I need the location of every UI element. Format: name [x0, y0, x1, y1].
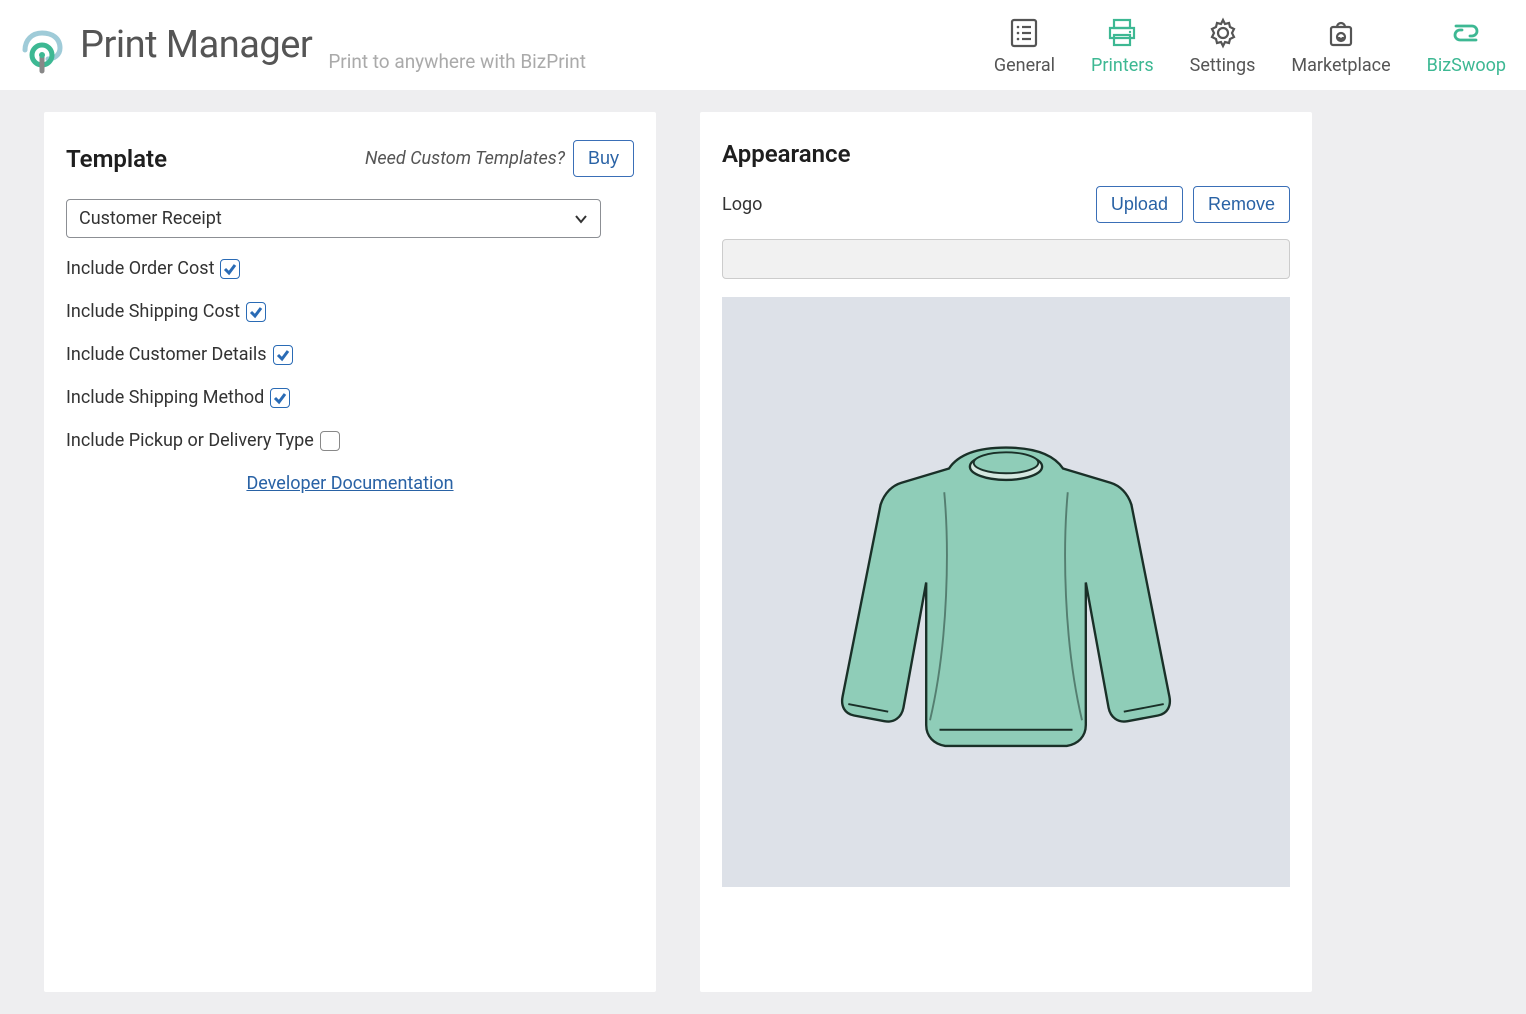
check-icon	[273, 391, 287, 405]
brand-title: Print Manager	[80, 23, 312, 67]
custom-template-help: Need Custom Templates?	[365, 148, 565, 169]
include-shipping-cost-row: Include Shipping Cost	[66, 301, 634, 322]
include-customer-details-checkbox[interactable]	[273, 345, 293, 365]
nav-marketplace-label: Marketplace	[1291, 55, 1390, 76]
include-order-cost-checkbox[interactable]	[220, 259, 240, 279]
printer-icon	[1104, 15, 1140, 51]
template-select-value: Customer Receipt	[79, 208, 222, 229]
include-shipping-method-label: Include Shipping Method	[66, 387, 264, 408]
include-order-cost-label: Include Order Cost	[66, 258, 214, 279]
logo-actions: Upload Remove	[1096, 186, 1290, 223]
include-customer-details-row: Include Customer Details	[66, 344, 634, 365]
nav-settings-label: Settings	[1190, 55, 1256, 76]
template-header-row: Template Need Custom Templates? Buy	[66, 140, 634, 177]
include-shipping-method-row: Include Shipping Method	[66, 387, 634, 408]
include-shipping-cost-label: Include Shipping Cost	[66, 301, 240, 322]
shirt-illustration	[816, 402, 1196, 782]
main-area: Template Need Custom Templates? Buy Cust…	[0, 90, 1526, 1014]
include-shipping-method-checkbox[interactable]	[270, 388, 290, 408]
check-icon	[249, 305, 263, 319]
brand-tagline: Print to anywhere with BizPrint	[328, 50, 586, 73]
include-pickup-delivery-row: Include Pickup or Delivery Type	[66, 430, 634, 451]
buy-button[interactable]: Buy	[573, 140, 634, 177]
template-select[interactable]: Customer Receipt	[66, 199, 601, 238]
nav-general[interactable]: General	[994, 15, 1055, 76]
bag-icon	[1323, 15, 1359, 51]
doc-link-wrap: Developer Documentation	[66, 473, 634, 494]
nav-marketplace[interactable]: Marketplace	[1291, 15, 1390, 76]
check-icon	[276, 348, 290, 362]
template-help-actions: Need Custom Templates? Buy	[365, 140, 634, 177]
include-shipping-cost-checkbox[interactable]	[246, 302, 266, 322]
include-order-cost-row: Include Order Cost	[66, 258, 634, 279]
include-pickup-delivery-checkbox[interactable]	[320, 431, 340, 451]
top-nav: General Printers Settings	[994, 15, 1506, 76]
list-icon	[1006, 15, 1042, 51]
appearance-panel: Appearance Logo Upload Remove	[700, 112, 1312, 992]
nav-settings[interactable]: Settings	[1190, 15, 1256, 76]
logo-preview	[722, 297, 1290, 887]
nav-bizswoop[interactable]: BizSwoop	[1427, 15, 1506, 76]
nav-printers[interactable]: Printers	[1091, 15, 1154, 76]
appearance-title: Appearance	[722, 140, 1290, 168]
nav-general-label: General	[994, 55, 1055, 76]
chevron-down-icon	[574, 212, 588, 226]
template-select-wrap: Customer Receipt	[66, 199, 634, 238]
include-pickup-delivery-label: Include Pickup or Delivery Type	[66, 430, 314, 451]
logo-controls-row: Logo Upload Remove	[722, 186, 1290, 223]
bizswoop-icon	[1448, 15, 1484, 51]
upload-button[interactable]: Upload	[1096, 186, 1183, 223]
nav-printers-label: Printers	[1091, 55, 1154, 76]
nav-bizswoop-label: BizSwoop	[1427, 55, 1506, 76]
gear-icon	[1205, 15, 1241, 51]
include-customer-details-label: Include Customer Details	[66, 344, 267, 365]
check-icon	[223, 262, 237, 276]
logo-path-field[interactable]	[722, 239, 1290, 279]
template-panel: Template Need Custom Templates? Buy Cust…	[44, 112, 656, 992]
logo-label: Logo	[722, 194, 762, 215]
logo-wrap: Print Manager	[10, 15, 312, 75]
developer-documentation-link[interactable]: Developer Documentation	[246, 473, 453, 494]
template-title: Template	[66, 145, 167, 173]
logo-icon	[10, 15, 70, 75]
brand: Print Manager Print to anywhere with Biz…	[10, 15, 586, 75]
remove-button[interactable]: Remove	[1193, 186, 1290, 223]
header: Print Manager Print to anywhere with Biz…	[0, 0, 1526, 90]
